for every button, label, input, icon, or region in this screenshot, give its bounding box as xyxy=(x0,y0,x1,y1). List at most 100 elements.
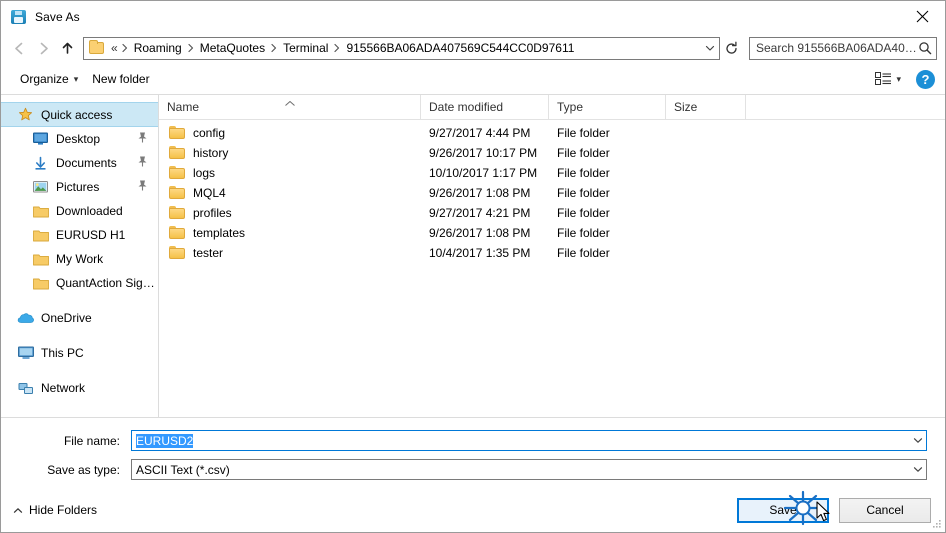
file-name-cell: MQL4 xyxy=(159,186,421,200)
back-arrow-icon[interactable] xyxy=(7,36,31,60)
column-header-name[interactable]: Name xyxy=(159,94,421,120)
command-toolbar: Organize ▾ New folder ▾ ? xyxy=(1,64,945,95)
save-disk-icon xyxy=(11,9,27,25)
search-placeholder: Search 915566BA06ADA40756... xyxy=(756,41,918,55)
file-name-cell: config xyxy=(159,126,421,140)
pin-icon[interactable] xyxy=(137,180,148,195)
file-date-cell: 9/26/2017 1:08 PM xyxy=(429,186,531,200)
breadcrumb-bar[interactable]: « Roaming MetaQuotes Terminal 915566BA06… xyxy=(83,36,720,60)
column-header-size[interactable]: Size xyxy=(666,94,746,120)
sidebar-item-downloaded[interactable]: Downloaded xyxy=(1,199,158,223)
table-row[interactable]: profiles 9/27/2017 4:21 PM File folder xyxy=(159,203,945,223)
breadcrumb-separator[interactable] xyxy=(186,43,196,53)
file-name-cell: tester xyxy=(159,246,421,260)
breadcrumb-item-metaquotes[interactable]: MetaQuotes xyxy=(196,39,269,57)
table-row[interactable]: history 9/26/2017 10:17 PM File folder xyxy=(159,143,945,163)
chevron-down-icon[interactable] xyxy=(909,431,926,450)
file-type-cell: File folder xyxy=(557,246,610,260)
table-row[interactable]: logs 10/10/2017 1:17 PM File folder xyxy=(159,163,945,183)
cancel-button[interactable]: Cancel xyxy=(839,497,931,523)
column-header-label: Type xyxy=(557,100,584,114)
save-button[interactable]: Save xyxy=(737,497,829,523)
breadcrumb-item-terminal[interactable]: Terminal xyxy=(279,39,332,57)
breadcrumb-separator[interactable] xyxy=(120,43,130,53)
save-as-type-label: Save as type: xyxy=(47,462,120,477)
column-header-label: Date modified xyxy=(429,100,504,114)
dialog-body: Quick access Desktop Documents Pictures … xyxy=(1,94,945,417)
breadcrumb-overflow[interactable]: « xyxy=(109,39,120,57)
file-name-label: templates xyxy=(193,226,246,240)
forward-arrow-icon[interactable] xyxy=(31,36,55,60)
hide-folders-button[interactable]: Hide Folders xyxy=(13,503,97,517)
file-name-cell: logs xyxy=(159,166,421,180)
sidebar-item-my-work[interactable]: My Work xyxy=(1,247,158,271)
folder-icon xyxy=(169,186,186,200)
chevron-down-icon[interactable] xyxy=(701,38,719,59)
file-name-label: logs xyxy=(193,166,216,180)
sidebar-item-label: OneDrive xyxy=(41,311,92,325)
sidebar-item-desktop[interactable]: Desktop xyxy=(1,127,158,151)
folder-icon xyxy=(169,246,186,260)
chevron-up-icon xyxy=(13,503,23,517)
search-input[interactable]: Search 915566BA06ADA40756... xyxy=(749,36,937,60)
refresh-icon[interactable] xyxy=(720,37,742,60)
sidebar-item-eurusd-h1[interactable]: EURUSD H1 xyxy=(1,223,158,247)
file-name-input[interactable]: EURUSD2 xyxy=(131,430,927,451)
search-icon[interactable] xyxy=(918,41,932,55)
help-button[interactable]: ? xyxy=(916,69,935,89)
breadcrumb-separator[interactable] xyxy=(269,43,279,53)
column-header-label: Name xyxy=(167,100,200,114)
save-as-type-row: Save as type: ASCII Text (*.csv) xyxy=(19,459,927,480)
breadcrumb-separator[interactable] xyxy=(332,43,342,53)
sidebar-item-pictures[interactable]: Pictures xyxy=(1,175,158,199)
column-header-date-modified[interactable]: Date modified xyxy=(421,94,549,120)
save-as-type-value: ASCII Text (*.csv) xyxy=(136,462,230,477)
up-arrow-icon[interactable] xyxy=(55,36,79,60)
file-list[interactable]: config 9/27/2017 4:44 PM File folder his… xyxy=(159,120,945,417)
file-date-cell: 10/4/2017 1:35 PM xyxy=(429,246,531,260)
file-name-cell: templates xyxy=(159,226,421,240)
folder-icon xyxy=(169,226,186,240)
folder-icon xyxy=(169,206,186,220)
resize-grip-icon[interactable] xyxy=(930,518,942,530)
file-date-cell: 10/10/2017 1:17 PM xyxy=(429,166,538,180)
breadcrumb-item-roaming[interactable]: Roaming xyxy=(130,39,186,57)
sidebar-item-this-pc[interactable]: This PC xyxy=(1,341,158,365)
pin-icon[interactable] xyxy=(137,132,148,147)
sidebar-item-quantaction-signal[interactable]: QuantAction Signal xyxy=(1,271,158,295)
file-type-cell: File folder xyxy=(557,126,610,140)
close-icon[interactable] xyxy=(899,1,945,32)
documents-icon xyxy=(32,155,49,171)
window-title: Save As xyxy=(35,9,80,24)
folder-icon xyxy=(169,146,186,160)
sidebar-item-label: Pictures xyxy=(56,180,100,194)
table-row[interactable]: config 9/27/2017 4:44 PM File folder xyxy=(159,123,945,143)
sidebar-item-label: EURUSD H1 xyxy=(56,228,126,242)
table-row[interactable]: MQL4 9/26/2017 1:08 PM File folder xyxy=(159,183,945,203)
file-name-value: EURUSD2 xyxy=(136,433,194,448)
chevron-down-icon: ▾ xyxy=(73,73,79,84)
organize-button[interactable]: Organize ▾ xyxy=(13,68,85,90)
breadcrumb-item-terminal-id[interactable]: 915566BA06ADA407569C544CC0D97611 xyxy=(342,39,578,57)
title-bar: Save As xyxy=(1,1,945,32)
chevron-down-icon[interactable] xyxy=(909,460,926,479)
sidebar-item-label: My Work xyxy=(56,252,104,266)
sidebar-item-quick-access[interactable]: Quick access xyxy=(1,102,158,127)
pin-icon[interactable] xyxy=(137,156,148,171)
save-as-type-select[interactable]: ASCII Text (*.csv) xyxy=(131,459,927,480)
sidebar-divider xyxy=(1,295,158,306)
sidebar-item-onedrive[interactable]: OneDrive xyxy=(1,306,158,330)
new-folder-button[interactable]: New folder xyxy=(85,68,156,90)
table-row[interactable]: templates 9/26/2017 1:08 PM File folder xyxy=(159,223,945,243)
table-row[interactable]: tester 10/4/2017 1:35 PM File folder xyxy=(159,243,945,263)
view-caret: ▾ xyxy=(896,73,901,84)
view-list-icon[interactable]: ▾ xyxy=(870,69,906,89)
column-header-type[interactable]: Type xyxy=(549,94,666,120)
file-type-cell: File folder xyxy=(557,206,610,220)
sidebar-item-network[interactable]: Network xyxy=(1,376,158,400)
organize-label: Organize xyxy=(20,72,69,86)
file-date-cell: 9/26/2017 10:17 PM xyxy=(429,146,538,160)
sidebar-item-documents[interactable]: Documents xyxy=(1,151,158,175)
sidebar-item-label: Network xyxy=(41,381,86,395)
star-icon xyxy=(17,107,34,123)
